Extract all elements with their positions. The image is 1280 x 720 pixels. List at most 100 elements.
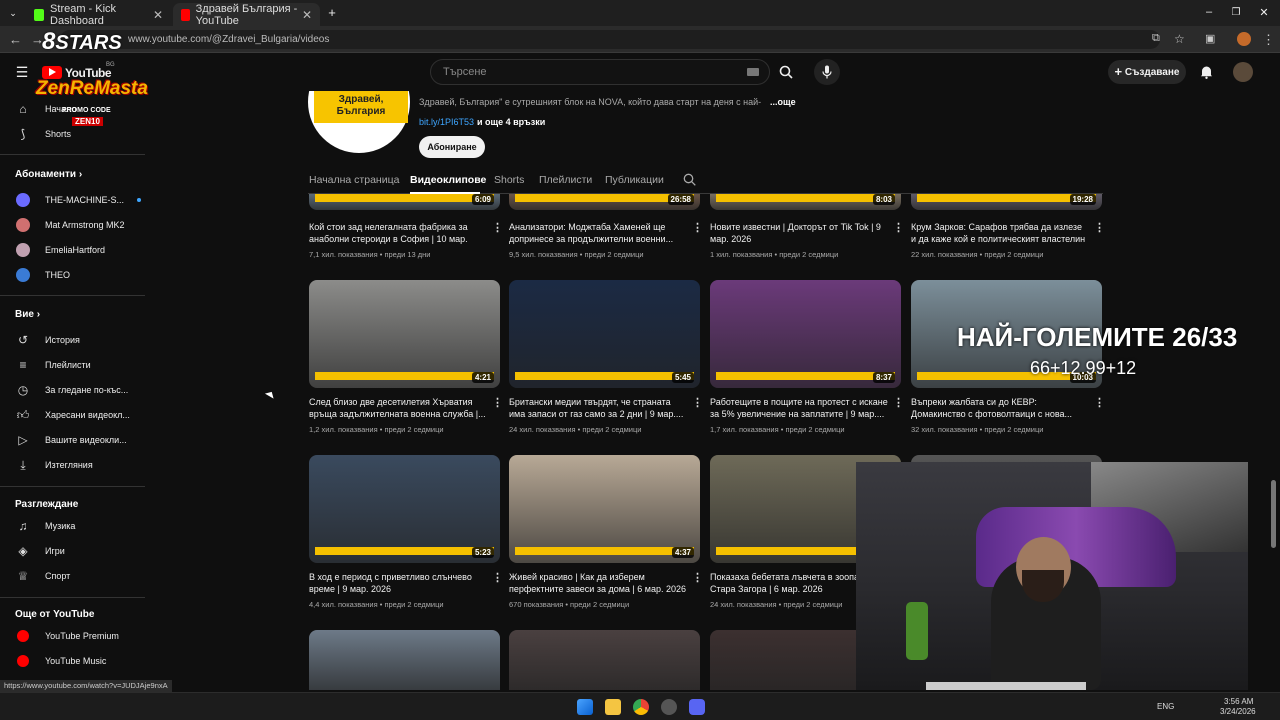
sidebar-item-watch-later[interactable]: ◷ За гледане по-къс...	[0, 378, 145, 402]
clock-date[interactable]: 3/24/2026	[1220, 707, 1256, 716]
browser-tab-kick[interactable]: Stream - Kick Dashboard ✕	[26, 3, 171, 27]
search-icon[interactable]	[773, 59, 799, 85]
subscriptions-heading[interactable]: Абонаменти ›	[15, 169, 82, 180]
tab-shorts[interactable]: Shorts	[494, 174, 524, 186]
sidebar-item-subscription[interactable]: EmeliaHartford	[0, 238, 145, 262]
video-title[interactable]: Работещите в пощите на протест с искане …	[710, 396, 888, 420]
video-thumbnail[interactable]	[309, 630, 500, 690]
window-close-icon[interactable]: ✕	[1257, 4, 1271, 20]
browser-menu-icon[interactable]: ⋮	[1262, 32, 1275, 48]
video-thumbnail[interactable]: 26:58	[509, 194, 700, 210]
notifications-bell-icon[interactable]	[1197, 63, 1215, 81]
youtube-header: ☰ YouTube BG Търсене + Създаване	[0, 53, 1280, 91]
bookmark-star-icon[interactable]: ☆	[1174, 32, 1185, 46]
tab-home[interactable]: Начална страница	[309, 174, 399, 186]
video-menu-icon[interactable]: ⋮	[893, 396, 904, 409]
sidebar-item-youtube-premium[interactable]: YouTube Premium	[0, 624, 145, 648]
install-app-icon[interactable]: ⧉	[1152, 32, 1160, 45]
video-title[interactable]: Новите известни | Докторът от Tik Tok | …	[710, 221, 888, 245]
video-thumbnail[interactable]	[509, 630, 700, 690]
video-menu-icon[interactable]: ⋮	[492, 396, 503, 409]
video-thumbnail[interactable]: 5:45	[509, 280, 700, 388]
tab-posts[interactable]: Публикации	[605, 174, 664, 186]
description-more-link[interactable]: ...още	[770, 97, 796, 107]
sidebar-item-music[interactable]: ♫ Музика	[0, 514, 145, 538]
voice-search-icon[interactable]	[814, 59, 840, 85]
sidebar-item-sports[interactable]: ♕ Спорт	[0, 564, 145, 588]
video-title[interactable]: Анализатори: Моджтаба Хаменей ще доприне…	[509, 221, 687, 245]
language-indicator[interactable]: ENG	[1157, 702, 1174, 711]
video-menu-icon[interactable]: ⋮	[492, 571, 503, 584]
sidebar-item-subscription[interactable]: Mat Armstrong MK2	[0, 213, 145, 237]
minimize-icon[interactable]: –	[1202, 4, 1216, 20]
tab-close-icon[interactable]: ✕	[302, 8, 312, 22]
promo-code-value: ZEN10	[72, 117, 103, 126]
file-explorer-icon[interactable]	[605, 699, 621, 715]
video-menu-icon[interactable]: ⋮	[893, 221, 904, 234]
browser-tab-youtube[interactable]: Здравей България - YouTube ✕	[173, 3, 320, 27]
video-thumbnail[interactable]: 4:37	[509, 455, 700, 563]
discord-icon[interactable]	[689, 699, 705, 715]
channel-description[interactable]: Здравей, България" е сутрешният блок на …	[419, 97, 761, 107]
video-menu-icon[interactable]: ⋮	[692, 221, 703, 234]
you-heading[interactable]: Вие ›	[15, 309, 40, 320]
hamburger-menu-icon[interactable]: ☰	[14, 64, 30, 80]
video-thumbnail[interactable]: 19:28	[911, 194, 1102, 210]
video-duration: 8:03	[872, 194, 895, 205]
tab-search-icon[interactable]: ⌄	[5, 5, 21, 21]
channel-link[interactable]: bit.ly/1PI6T53	[419, 117, 474, 127]
video-thumbnail[interactable]: 5:23	[309, 455, 500, 563]
back-icon[interactable]: ←	[9, 32, 22, 47]
tab-videos[interactable]: Видеоклипове	[410, 174, 486, 186]
channel-avatar[interactable]: Здравей, България	[308, 91, 410, 153]
extensions-icon[interactable]: ▣	[1205, 32, 1215, 45]
video-title[interactable]: В ход е период с приветливо слънчево вре…	[309, 571, 487, 595]
video-menu-icon[interactable]: ⋮	[692, 571, 703, 584]
tab-close-icon[interactable]: ✕	[153, 8, 163, 22]
video-title[interactable]: Живей красиво | Как да изберем перфектни…	[509, 571, 687, 595]
video-menu-icon[interactable]: ⋮	[492, 221, 503, 234]
windows-start-icon[interactable]	[577, 699, 593, 715]
video-thumbnail[interactable]: 6:09	[309, 194, 500, 210]
sidebar-item-playlists[interactable]: ≡ Плейлисти	[0, 353, 145, 377]
page-scrollbar[interactable]	[1271, 480, 1276, 548]
sidebar-item-label: Изтегляния	[45, 460, 93, 470]
sidebar-item-history[interactable]: ↺ История	[0, 328, 145, 352]
video-menu-icon[interactable]: ⋮	[1094, 221, 1105, 234]
url-field[interactable]: www.youtube.com/@Zdravei_Bulgaria/videos	[60, 30, 1160, 49]
video-title[interactable]: След близо две десетилетия Хърватия връщ…	[309, 396, 487, 420]
video-meta: 1,2 хил. показвания • преди 2 седмици	[309, 425, 444, 434]
tab-playlists[interactable]: Плейлисти	[539, 174, 592, 186]
video-title[interactable]: Крум Зарков: Сарафов трябва да излезе и …	[911, 221, 1089, 245]
video-title[interactable]: Въпреки жалбата си до КЕВР: Домакинство …	[911, 396, 1089, 420]
clock-time[interactable]: 3:56 AM	[1224, 697, 1253, 706]
sidebar-item-your-videos[interactable]: ▷ Вашите видеокли...	[0, 428, 145, 452]
sidebar-item-subscription[interactable]: THE-MACHINE-S...	[0, 188, 145, 212]
sidebar-item-label: THE-MACHINE-S...	[45, 195, 125, 205]
channel-search-icon[interactable]	[683, 173, 696, 189]
subscribe-button[interactable]: Абониране	[419, 136, 485, 158]
video-menu-icon[interactable]: ⋮	[692, 396, 703, 409]
keyboard-icon[interactable]	[747, 68, 759, 76]
search-input[interactable]: Търсене	[430, 59, 770, 85]
video-thumbnail[interactable]: 8:03	[710, 194, 901, 210]
video-title[interactable]: Кой стои зад нелегалната фабрика за анаб…	[309, 221, 487, 245]
sidebar-item-subscription[interactable]: THEO	[0, 263, 145, 287]
sidebar-item-gaming[interactable]: ◈ Игри	[0, 539, 145, 563]
sidebar-item-label: THEO	[45, 270, 71, 280]
video-thumbnail[interactable]: 8:37	[710, 280, 901, 388]
chrome-icon[interactable]	[633, 699, 649, 715]
sidebar-item-liked[interactable]: 👍︎ Харесани видеокл...	[0, 403, 145, 427]
more-links[interactable]: и още 4 връзки	[477, 117, 545, 127]
sidebar-item-downloads[interactable]: ⤓ Изтегляния	[0, 453, 145, 477]
sidebar-item-youtube-music[interactable]: YouTube Music	[0, 649, 145, 673]
video-thumbnail[interactable]: 4:21	[309, 280, 500, 388]
create-button[interactable]: + Създаване	[1108, 60, 1186, 84]
account-avatar[interactable]	[1233, 62, 1253, 82]
maximize-icon[interactable]: ❐	[1229, 4, 1243, 20]
video-menu-icon[interactable]: ⋮	[1094, 396, 1105, 409]
obs-icon[interactable]	[661, 699, 677, 715]
video-title[interactable]: Британски медии твърдят, че страната има…	[509, 396, 687, 420]
new-tab-icon[interactable]: +	[325, 5, 339, 20]
profile-avatar[interactable]	[1237, 32, 1251, 46]
